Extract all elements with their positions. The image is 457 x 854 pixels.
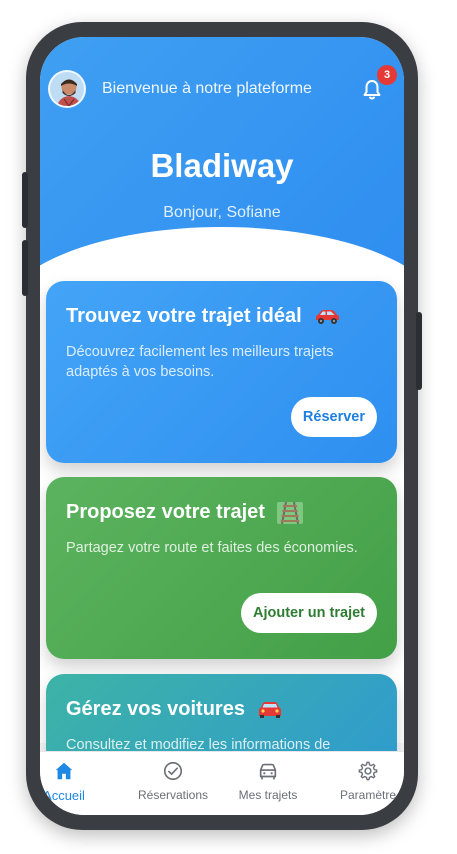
avatar-image bbox=[50, 72, 84, 106]
nav-label: Réservations bbox=[137, 788, 209, 802]
card-title-text: Proposez votre trajet bbox=[66, 501, 265, 523]
car-front-emoji bbox=[258, 701, 281, 718]
header: Bienvenue à notre plateforme 3 Bladiway … bbox=[40, 37, 404, 317]
nav-label: Mes trajets bbox=[238, 788, 298, 802]
reserve-button[interactable]: Réserver bbox=[290, 397, 377, 437]
app-title: Bladiway bbox=[150, 147, 294, 184]
avatar[interactable] bbox=[48, 70, 86, 108]
gear-icon bbox=[358, 761, 378, 781]
card-description: Partagez votre route et faites des écono… bbox=[66, 540, 358, 556]
welcome-text: Bienvenue à notre plateforme bbox=[102, 80, 312, 97]
card-title-text: Gérez vos voitures bbox=[66, 698, 245, 720]
greeting-text: Bonjour, Sofiane bbox=[163, 204, 281, 221]
card-title: Trouvez votre trajet idéal bbox=[66, 305, 341, 328]
notification-badge: 3 bbox=[377, 65, 397, 85]
nav-label: Accueil bbox=[43, 788, 85, 803]
propose-trip-card[interactable]: Proposez votre trajet Partagez votre rou… bbox=[46, 477, 397, 659]
check-circle-icon bbox=[163, 761, 183, 781]
car-icon bbox=[259, 763, 277, 780]
card-description: Découvrez facilement les meilleurs traje… bbox=[66, 344, 334, 380]
add-trip-button[interactable]: Ajouter un trajet bbox=[241, 593, 377, 633]
nav-label: Paramètre bbox=[339, 788, 397, 802]
card-title: Gérez vos voitures bbox=[66, 698, 283, 721]
card-title: Proposez votre trajet bbox=[66, 501, 303, 524]
find-trip-card[interactable]: Trouvez votre trajet idéal Découvrez fac… bbox=[46, 281, 397, 463]
app-screen: Bienvenue à notre plateforme 3 Bladiway … bbox=[40, 37, 404, 815]
nav-item-accueil[interactable]: Accueil bbox=[40, 760, 94, 803]
railway-track-emoji bbox=[276, 501, 303, 524]
power-button bbox=[416, 312, 422, 390]
bottom-navigation: Accueil Réservations Mes trajets Paramèt… bbox=[40, 751, 404, 815]
nav-item-reservations[interactable]: Réservations bbox=[130, 760, 216, 802]
volume-up-button bbox=[22, 172, 28, 228]
nav-item-parametres[interactable]: Paramètre bbox=[330, 760, 404, 802]
card-title-text: Trouvez votre trajet idéal bbox=[66, 305, 302, 327]
nav-item-mes-trajets[interactable]: Mes trajets bbox=[230, 760, 306, 802]
volume-down-button bbox=[22, 240, 28, 296]
car-emoji bbox=[316, 309, 340, 324]
home-icon bbox=[55, 762, 73, 780]
